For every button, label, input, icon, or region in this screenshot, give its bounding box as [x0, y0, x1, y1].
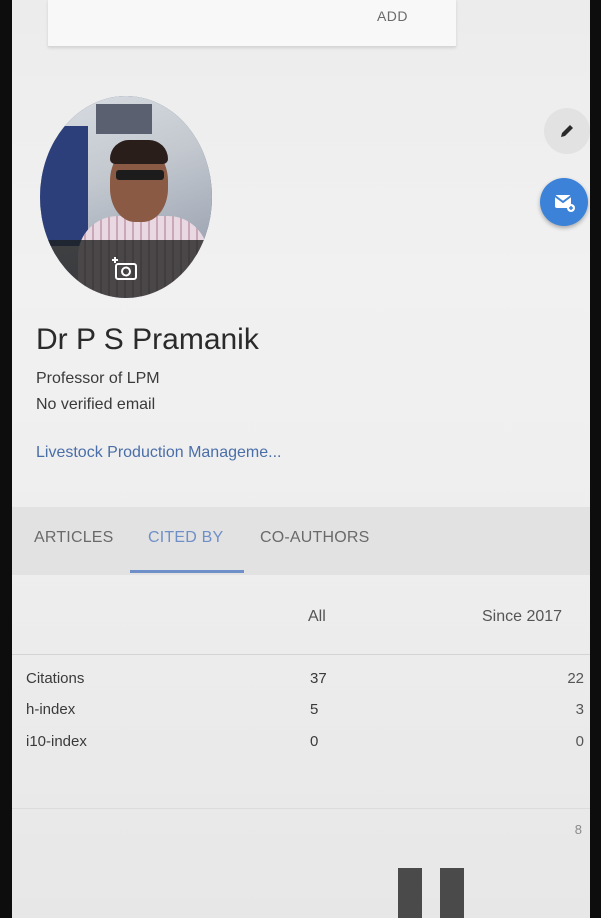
photo-shelf: [96, 104, 152, 134]
add-button[interactable]: ADD: [377, 8, 408, 24]
column-header-since: Since 2017: [482, 608, 563, 625]
pencil-icon: [561, 125, 573, 137]
photo-hair: [110, 140, 168, 164]
tab-cited-by[interactable]: CITED BY: [148, 529, 223, 547]
screen: ADD Dr P S Pramanik Professor of LPM No …: [12, 0, 590, 918]
profile-photo[interactable]: [40, 96, 212, 298]
row-value-citations-since: 22: [567, 670, 584, 687]
phone-frame: ADD Dr P S Pramanik Professor of LPM No …: [0, 0, 601, 918]
photo-board: [40, 126, 88, 246]
row-label-i10-index: i10-index: [26, 733, 87, 750]
graph-bar: [398, 868, 422, 918]
row-label-citations: Citations: [26, 670, 85, 687]
active-tab-indicator: [130, 570, 244, 573]
graph-bar: [440, 868, 464, 918]
tab-bar: ARTICLES CITED BY CO-AUTHORS: [12, 507, 590, 575]
edit-profile-button[interactable]: [544, 108, 590, 154]
table-divider: [12, 654, 590, 655]
email-alert-icon: [554, 195, 575, 212]
row-value-h-index-all: 5: [310, 701, 319, 718]
row-value-i10-index-all: 0: [310, 733, 319, 750]
row-label-h-index: h-index: [26, 701, 76, 718]
column-header-all: All: [308, 608, 326, 625]
profile-name: Dr P S Pramanik: [36, 323, 259, 356]
profile-email-status: No verified email: [36, 396, 156, 413]
research-interest-link[interactable]: Livestock Production Manageme...: [36, 444, 281, 462]
photo-overlay[interactable]: [40, 240, 212, 298]
email-alert-button[interactable]: [540, 178, 588, 226]
row-value-i10-index-since: 0: [575, 733, 584, 750]
top-card: ADD: [48, 0, 456, 47]
tab-co-authors[interactable]: CO-AUTHORS: [260, 529, 370, 547]
graph-axis-label: 8: [574, 822, 582, 837]
add-photo-icon[interactable]: [111, 254, 141, 284]
graph-top-divider: [12, 808, 590, 809]
row-value-citations-all: 37: [310, 670, 327, 687]
photo-glasses: [116, 170, 164, 180]
tab-articles[interactable]: ARTICLES: [34, 529, 114, 547]
row-value-h-index-since: 3: [575, 701, 584, 718]
profile-affiliation: Professor of LPM: [36, 370, 160, 387]
